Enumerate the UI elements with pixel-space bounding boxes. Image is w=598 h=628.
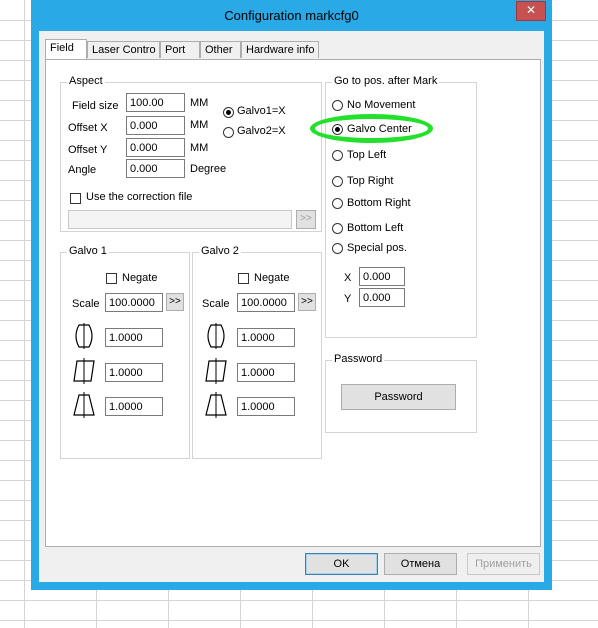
offset-y-label: Offset Y bbox=[68, 144, 108, 156]
barrel-distortion-icon bbox=[207, 323, 225, 349]
password-group: Password Password bbox=[325, 353, 477, 433]
galvo2-negate-label[interactable]: Negate bbox=[254, 272, 289, 284]
bottom-right-label[interactable]: Bottom Right bbox=[347, 197, 411, 209]
galvo-center-highlight bbox=[310, 114, 433, 143]
parallelogram-distortion-icon bbox=[73, 358, 95, 384]
tab-laser-control[interactable]: Laser Contro bbox=[87, 41, 160, 58]
trapezoid-distortion-icon bbox=[73, 392, 95, 418]
window-title: Configuration markcfg0 bbox=[224, 8, 359, 23]
tab-other[interactable]: Other bbox=[200, 41, 241, 58]
galvo1-trapezoid-input[interactable] bbox=[105, 397, 163, 416]
galvo2-scale-label: Scale bbox=[202, 298, 230, 310]
galvo1-x-radio[interactable] bbox=[223, 107, 234, 118]
config-dialog: Configuration markcfg0 ✕ Field Laser Con… bbox=[31, 0, 552, 590]
offset-x-input[interactable] bbox=[126, 116, 185, 135]
top-right-radio[interactable] bbox=[332, 176, 343, 187]
galvo2-scale-button[interactable]: >> bbox=[298, 293, 316, 311]
correction-file-checkbox[interactable] bbox=[70, 193, 81, 204]
barrel-distortion-icon bbox=[75, 323, 93, 349]
cancel-button[interactable]: Отмена bbox=[384, 553, 457, 575]
angle-label: Angle bbox=[68, 164, 97, 176]
correction-browse-button[interactable]: >> bbox=[296, 210, 316, 229]
correction-file-path bbox=[68, 210, 292, 229]
field-size-input[interactable] bbox=[126, 93, 185, 112]
tab-port[interactable]: Port bbox=[160, 41, 200, 58]
aspect-group-label: Aspect bbox=[67, 75, 105, 87]
galvo1-scale-button[interactable]: >> bbox=[166, 293, 184, 311]
tab-hardware-info[interactable]: Hardware info bbox=[241, 41, 319, 58]
password-button[interactable]: Password bbox=[341, 384, 456, 410]
bottom-right-radio[interactable] bbox=[332, 198, 343, 209]
tab-field[interactable]: Field bbox=[45, 39, 87, 59]
offset-x-label: Offset X bbox=[68, 122, 108, 134]
galvo2-group: Galvo 2 Negate Scale >> bbox=[192, 245, 322, 459]
title-bar[interactable]: Configuration markcfg0 ✕ bbox=[31, 0, 552, 32]
aspect-group: Aspect Field size MM Offset X MM Offset … bbox=[60, 75, 322, 232]
galvo1-barrel-input[interactable] bbox=[105, 328, 163, 347]
no-movement-radio[interactable] bbox=[332, 100, 343, 111]
trapezoid-distortion-icon bbox=[205, 392, 227, 418]
galvo1-scale-label: Scale bbox=[72, 298, 100, 310]
galvo2-group-label: Galvo 2 bbox=[199, 245, 241, 257]
field-size-label: Field size bbox=[72, 100, 119, 112]
special-y-label: Y bbox=[344, 293, 352, 305]
field-tab-panel: Aspect Field size MM Offset X MM Offset … bbox=[45, 59, 541, 547]
goto-pos-group-label: Go to pos. after Mark bbox=[332, 75, 440, 87]
special-pos-label[interactable]: Special pos. bbox=[347, 242, 407, 254]
galvo2-parallelogram-input[interactable] bbox=[237, 363, 295, 382]
close-button[interactable]: ✕ bbox=[516, 1, 546, 21]
offset-y-unit: MM bbox=[190, 142, 209, 154]
ok-button[interactable]: OK bbox=[305, 553, 378, 575]
bottom-left-label[interactable]: Bottom Left bbox=[347, 222, 403, 234]
goto-pos-group: Go to pos. after Mark No Movement Galvo … bbox=[310, 75, 477, 338]
galvo1-group-label: Galvo 1 bbox=[67, 245, 109, 257]
special-x-label: X bbox=[344, 272, 352, 284]
galvo1-group: Galvo 1 Negate Scale >> bbox=[60, 245, 190, 459]
top-right-label[interactable]: Top Right bbox=[347, 175, 393, 187]
special-y-input[interactable] bbox=[359, 288, 405, 307]
galvo1-x-label[interactable]: Galvo1=X bbox=[237, 105, 286, 117]
angle-unit: Degree bbox=[190, 163, 227, 175]
password-group-label: Password bbox=[332, 353, 385, 365]
galvo2-x-radio[interactable] bbox=[223, 127, 234, 138]
galvo2-trapezoid-input[interactable] bbox=[237, 397, 295, 416]
galvo2-x-label[interactable]: Galvo2=X bbox=[237, 125, 286, 137]
parallelogram-distortion-icon bbox=[205, 358, 227, 384]
galvo1-parallelogram-input[interactable] bbox=[105, 363, 163, 382]
field-size-unit: MM bbox=[190, 97, 209, 109]
galvo2-barrel-input[interactable] bbox=[237, 328, 295, 347]
special-pos-radio[interactable] bbox=[332, 243, 343, 254]
bottom-left-radio[interactable] bbox=[332, 223, 343, 234]
galvo2-scale-input[interactable] bbox=[237, 293, 295, 312]
dialog-client: Field Laser Contro Port Other Hardware i… bbox=[39, 31, 544, 582]
offset-y-input[interactable] bbox=[126, 138, 185, 157]
offset-x-unit: MM bbox=[190, 119, 209, 131]
galvo2-negate-checkbox[interactable] bbox=[238, 273, 249, 284]
top-left-radio[interactable] bbox=[332, 150, 343, 161]
top-left-label[interactable]: Top Left bbox=[347, 149, 386, 161]
apply-button[interactable]: Применить bbox=[467, 553, 540, 575]
correction-file-label[interactable]: Use the correction file bbox=[86, 191, 192, 203]
angle-input[interactable] bbox=[126, 159, 185, 178]
special-x-input[interactable] bbox=[359, 267, 405, 286]
galvo1-negate-checkbox[interactable] bbox=[106, 273, 117, 284]
no-movement-label[interactable]: No Movement bbox=[347, 99, 415, 111]
galvo1-negate-label[interactable]: Negate bbox=[122, 272, 157, 284]
galvo1-scale-input[interactable] bbox=[105, 293, 163, 312]
